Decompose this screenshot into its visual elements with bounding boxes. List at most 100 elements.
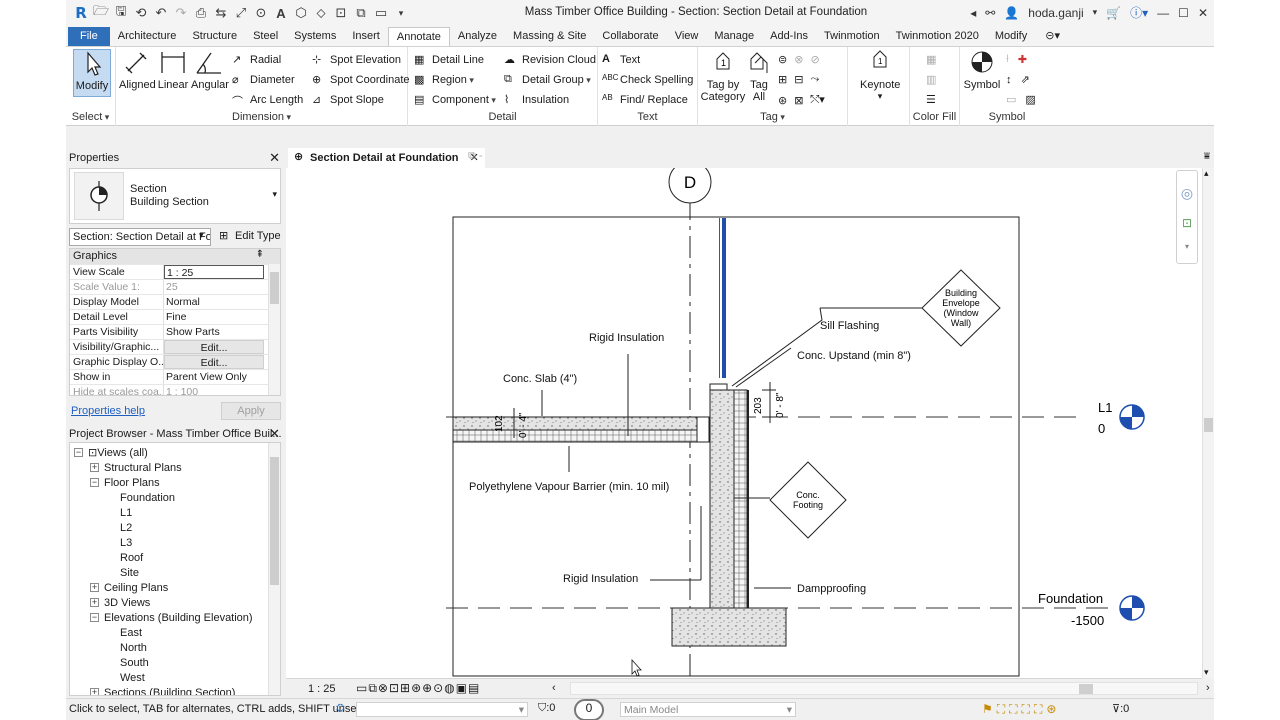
type-dropdown-icon[interactable]: ▾ [272,189,277,200]
browser-node[interactable]: West [70,670,280,685]
region-button[interactable]: ▩ Region [414,73,474,87]
view-scale[interactable]: 1 : 25 [308,683,336,695]
user-name[interactable]: hoda.ganji [1028,6,1083,20]
linear-button[interactable]: Linear [155,49,191,91]
properties-help-link[interactable]: Properties help [71,405,145,417]
tab-architecture[interactable]: Architecture [110,27,185,46]
maximize-button[interactable]: ☐ [1178,6,1189,20]
revision-cloud-button[interactable]: ☁ Revision Cloud [504,53,596,67]
close-button[interactable]: ✕ [1198,6,1208,20]
save-icon[interactable]: 🖫 [112,3,130,22]
properties-scroll-thumb[interactable] [270,272,279,304]
cart-icon[interactable]: 🛒 [1106,6,1121,20]
angular-button[interactable]: Angular [191,49,229,91]
property-row[interactable]: Scale Value 1: 25 [70,279,280,294]
open-icon[interactable]: 🗁 [92,3,110,22]
tab-file[interactable]: File [68,27,110,46]
close-hidden-icon[interactable]: ⧉ [352,4,370,22]
foundation-wall[interactable] [709,389,735,609]
edit-type-button[interactable]: ⊞ Edit Type [217,228,281,246]
tab-annotate[interactable]: Annotate [387,27,450,46]
property-row[interactable]: Hide at scales coa... 1 : 100 [70,384,280,395]
instance-filter-select[interactable]: Section: Section Detail at Fo [69,228,211,246]
browser-node[interactable]: Site [70,565,280,580]
browser-node[interactable]: L1 [70,505,280,520]
scroll-right-icon[interactable]: › [1206,682,1210,694]
view-reference-icon[interactable]: ⤳ [810,73,819,86]
area-tag-icon[interactable]: ⊘ [810,53,819,66]
scroll-down-icon[interactable]: ▾ [1204,667,1209,678]
tab-view[interactable]: View [667,27,707,46]
collapse-icon[interactable]: ⇞ [256,249,264,260]
section-icon[interactable]: ⬦ [312,4,330,22]
symbol-button[interactable]: Symbol [962,49,1002,91]
arc-length-button[interactable]: ⌒ Arc Length [232,93,303,108]
property-value[interactable]: 1 : 25 [164,265,264,279]
instance-dropdown-icon[interactable]: ▾ [199,230,204,241]
expand-icon[interactable]: + [90,598,99,607]
filter-count[interactable]: ⊽:0 [1112,702,1129,715]
expand-icon[interactable]: + [90,463,99,472]
tab-twinmotion[interactable]: Twinmotion [816,27,888,46]
browser-node[interactable]: − Floor Plans [70,475,280,490]
nav-options-icon[interactable]: ▾ [1177,242,1197,251]
browser-node[interactable]: + Sections (Building Section) [70,685,280,695]
label-conc-upstand[interactable]: Conc. Upstand (min 8") [797,350,911,362]
label-rigid-insulation-top[interactable]: Rigid Insulation [589,332,664,344]
zoom-region-icon[interactable]: ⊡ [1177,216,1197,230]
spot-coordinate-button[interactable]: ⊕ Spot Coordinate [312,73,410,87]
find-replace-button[interactable]: AB Find/ Replace [602,93,688,107]
graphics-group-header[interactable]: Graphics ⇞ [70,249,280,264]
property-row[interactable]: Detail Level Fine [70,309,280,324]
aligned-button[interactable]: Aligned [119,49,156,91]
browser-scrollbar[interactable] [268,443,280,695]
tab-modify[interactable]: Modify [987,27,1035,46]
label-sill-flashing[interactable]: Sill Flashing [820,320,879,332]
property-value[interactable]: Edit... [164,340,264,354]
back-icon[interactable]: ◂ [970,6,976,20]
spot-slope-button[interactable]: ⊿ Spot Slope [312,93,384,107]
label-vapour-barrier[interactable]: Polyethylene Vapour Barrier (min. 10 mil… [469,481,669,493]
tab-massing-site[interactable]: Massing & Site [505,27,594,46]
insulation-button[interactable]: ⌇ Insulation [504,93,569,107]
help-icon[interactable]: ⓘ▾ [1130,4,1148,21]
keynote-conc-footing[interactable]: Conc. Footing [769,461,847,539]
browser-node[interactable]: +3D Views [70,595,280,610]
collapse-icon[interactable]: − [90,478,99,487]
property-row[interactable]: View Scale 1 : 25 [70,264,280,279]
browser-node[interactable]: − Elevations (Building Elevation) [70,610,280,625]
app-logo-icon[interactable]: R [72,4,90,22]
property-row[interactable]: Parts Visibility Show Parts [70,324,280,339]
browser-node[interactable]: North [70,640,280,655]
tag-by-category-button[interactable]: 1 Tag by Category [700,49,746,103]
concrete-footing[interactable] [671,607,787,647]
design-options-icon[interactable]: 0 [574,699,604,720]
text-button[interactable]: A Text [602,53,640,67]
space-tag-icon[interactable]: ⊟ [794,73,803,86]
tab-structure[interactable]: Structure [184,27,245,46]
beam-annotation-icon[interactable]: ⊛ [778,94,787,107]
new-tab-icon[interactable]: ⧉ - [468,150,483,163]
level-head-l1[interactable] [1119,404,1145,430]
property-value[interactable]: Edit... [164,355,264,369]
radial-button[interactable]: ↗ Radial [232,53,281,67]
fabric-reinforcement-icon[interactable]: ▨ [1025,93,1035,106]
view-control-icons[interactable]: ▭⧉⊗⊡⊞⊛⊕⊙◍▣▤ [356,681,480,696]
browser-node[interactable]: Roof [70,550,280,565]
stair-path-icon[interactable]: ↕ [1006,74,1012,86]
text-icon[interactable]: A [272,4,290,22]
binoculars-icon[interactable]: ⚯ [985,6,995,20]
switch-windows-icon[interactable]: ▭ [372,4,390,22]
collapse-icon[interactable]: − [90,613,99,622]
tab-manage[interactable]: Manage [706,27,762,46]
label-conc-slab[interactable]: Conc. Slab (4") [503,373,577,385]
tread-number-icon[interactable]: ⤲▾ [810,93,824,107]
editable-count[interactable]: ⛉:0 [538,702,555,715]
properties-scrollbar[interactable] [268,264,280,395]
path-reinforcement-icon[interactable]: ▭ [1006,93,1016,106]
apply-button[interactable]: Apply [221,402,281,420]
area-reinforcement-icon[interactable]: ⇗ [1021,73,1030,86]
browser-node[interactable]: L2 [70,520,280,535]
browser-node[interactable]: Foundation [70,490,280,505]
steering-wheel-icon[interactable]: ◎ [1177,185,1197,202]
